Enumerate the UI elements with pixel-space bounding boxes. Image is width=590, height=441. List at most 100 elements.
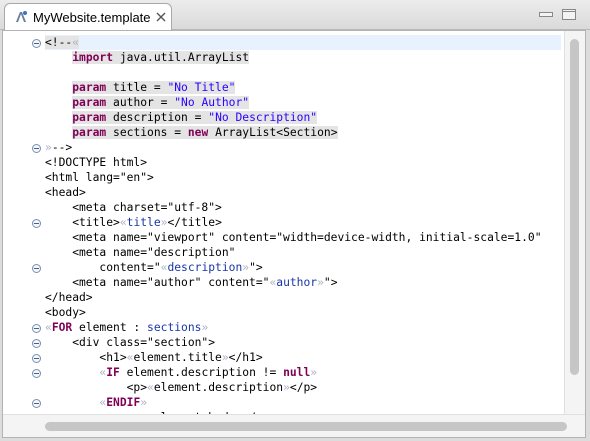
editor-gutter	[3, 31, 43, 411]
code-token: »	[140, 396, 148, 409]
code-line[interactable]: «FOR element : sections»	[45, 320, 561, 335]
code-token: <!--	[45, 36, 73, 49]
horizontal-scrollbar[interactable]	[3, 414, 585, 437]
code-token: FOR	[51, 321, 73, 334]
code-token: element.title	[133, 351, 222, 364]
code-token: »	[201, 321, 209, 334]
code-token: «	[119, 216, 127, 229]
code-token: »	[45, 141, 52, 154]
code-line[interactable]: <html lang="en">	[45, 170, 561, 185]
code-token: </head>	[45, 291, 93, 304]
code-line[interactable]: param sections = new ArrayList<Section>	[45, 125, 561, 140]
code-token: param	[72, 81, 107, 94]
code-token: »	[310, 366, 318, 379]
fold-toggle-icon[interactable]	[32, 264, 41, 273]
code-token: element.description	[153, 381, 284, 394]
code-token: <div class="section">	[45, 336, 216, 349]
code-token: author	[276, 276, 318, 289]
code-line[interactable]: param author = "No Author"	[45, 95, 561, 110]
fold-toggle-icon[interactable]	[32, 219, 41, 228]
code-line[interactable]: import java.util.ArrayList	[45, 50, 561, 65]
code-token: author =	[106, 96, 175, 109]
code-line[interactable]: content="«description»">	[45, 260, 561, 275]
code-token: «	[45, 321, 52, 334]
code-token: description =	[106, 111, 209, 124]
code-token: param	[72, 126, 107, 139]
code-line[interactable]: <h1>«element.title»</h1>	[45, 350, 561, 365]
code-editor[interactable]: <!--« import java.util.ArrayList param t…	[2, 30, 586, 438]
code-line[interactable]: param title = "No Title"	[45, 80, 561, 95]
code-line[interactable]: <meta name="author" content="«author»">	[45, 275, 561, 290]
vertical-scroll-thumb[interactable]	[570, 39, 579, 375]
code-line[interactable]: <meta name="description"	[45, 245, 561, 260]
code-text[interactable]: <!--« import java.util.ArrayList param t…	[45, 35, 561, 425]
code-line[interactable]: </head>	[45, 290, 561, 305]
code-token: "No Title"	[167, 81, 236, 94]
code-token: import	[72, 51, 114, 64]
code-token: </p>	[289, 381, 318, 394]
code-token: -->	[51, 141, 73, 154]
fold-toggle-icon[interactable]	[32, 324, 41, 333]
code-token: </h1>	[228, 351, 263, 364]
code-token: ">	[249, 261, 263, 274]
code-line[interactable]: »-->	[45, 140, 561, 155]
close-icon[interactable]	[155, 10, 167, 22]
code-line[interactable]: <title>«title»</title>	[45, 215, 561, 230]
code-token: ENDIF	[106, 396, 141, 409]
code-token: <head>	[45, 186, 86, 199]
code-line[interactable]: <meta charset="utf-8">	[45, 200, 561, 215]
code-token: <meta name="description"	[45, 246, 236, 259]
fold-toggle-icon[interactable]	[32, 339, 41, 348]
code-token: »	[317, 276, 324, 289]
code-token: </title>	[167, 216, 222, 229]
code-line[interactable]: <meta name="viewport" content="width=dev…	[45, 230, 561, 245]
fold-toggle-icon[interactable]	[32, 144, 41, 153]
code-token: IF	[106, 366, 120, 379]
code-line[interactable]: <body>	[45, 305, 561, 320]
code-line[interactable]: <!DOCTYPE html>	[45, 155, 561, 170]
code-token: content="	[45, 261, 161, 274]
code-line[interactable]: «ENDIF»	[45, 395, 561, 410]
code-line[interactable]: param description = "No Description"	[45, 110, 561, 125]
code-token: sections =	[106, 126, 188, 139]
editor-window: MyWebsite.template <!--« import java.uti…	[0, 0, 590, 441]
code-token: java.util.ArrayList	[113, 51, 250, 64]
code-token: title	[126, 216, 161, 229]
code-line[interactable]: «IF element.description != null»	[45, 365, 561, 380]
code-token: element.description !=	[119, 366, 284, 379]
code-token: <html lang="en">	[45, 171, 154, 184]
code-token: <p>	[45, 381, 148, 394]
code-line[interactable]: <p>«element.description»</p>	[45, 380, 561, 395]
code-token: <h1>	[45, 351, 127, 364]
code-line[interactable]: <div class="section">	[45, 335, 561, 350]
fold-toggle-icon[interactable]	[32, 369, 41, 378]
minimize-icon[interactable]	[538, 8, 554, 21]
code-token: ">	[323, 276, 338, 289]
vertical-scrollbar[interactable]	[564, 31, 585, 415]
code-line[interactable]: <!--«	[45, 35, 561, 50]
fold-toggle-icon[interactable]	[32, 354, 41, 363]
maximize-icon[interactable]	[561, 8, 577, 21]
code-token: new	[187, 126, 209, 139]
code-token: "No Description"	[208, 111, 318, 124]
fold-toggle-icon[interactable]	[32, 39, 41, 48]
code-token: sections	[147, 321, 202, 334]
code-token: <meta charset="utf-8">	[45, 201, 222, 214]
fold-toggle-icon[interactable]	[32, 399, 41, 408]
code-token: <!DOCTYPE html>	[45, 156, 148, 169]
code-token: "No Author"	[174, 96, 250, 109]
code-token: ArrayList<Section>	[208, 126, 338, 139]
code-token: <title>	[45, 216, 120, 229]
code-line[interactable]: <head>	[45, 185, 561, 200]
horizontal-scroll-thumb[interactable]	[45, 422, 567, 431]
code-line[interactable]	[45, 65, 561, 80]
tab-mywebsite-template[interactable]: MyWebsite.template	[4, 3, 172, 30]
code-token: title =	[106, 81, 168, 94]
